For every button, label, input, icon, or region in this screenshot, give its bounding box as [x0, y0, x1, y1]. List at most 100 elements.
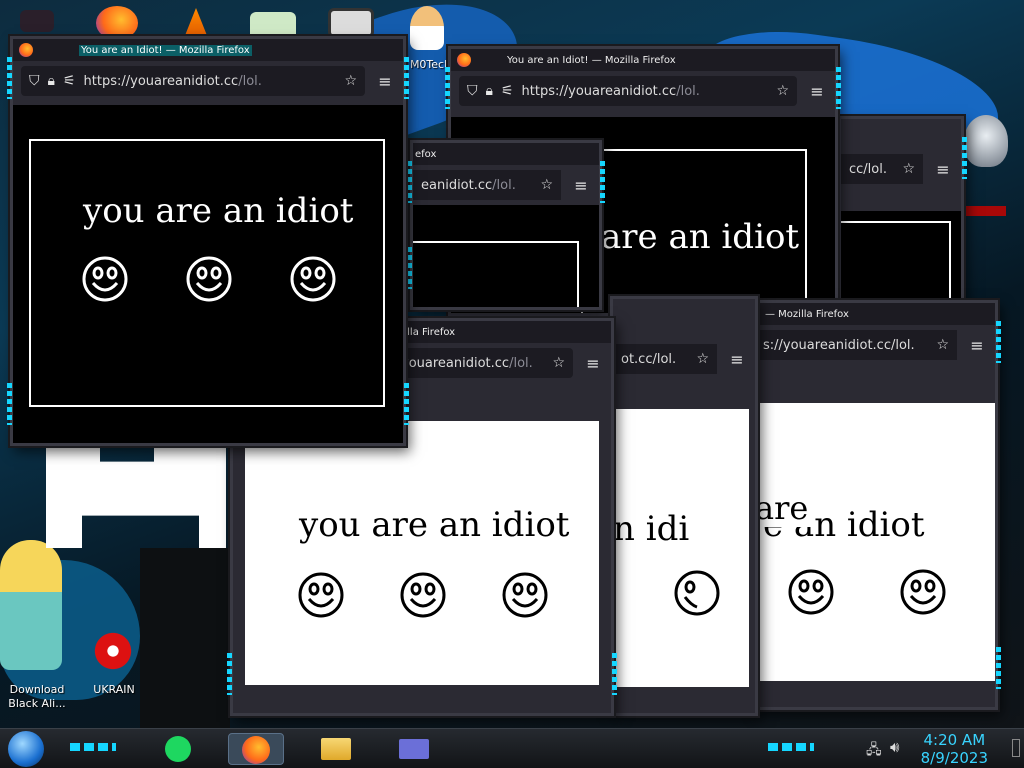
page-frame [413, 241, 579, 307]
taskbar-accent [768, 743, 814, 751]
bookmark-star-icon[interactable]: ☆ [936, 337, 949, 353]
page-content: you are an idiot [245, 421, 599, 685]
smiley-row [787, 568, 947, 616]
nav-bar: ⛉ 🔒︎ ⚟ https://youareanidiot.cc/lol. ☆ ≡ [451, 71, 835, 111]
file-explorer-button[interactable] [314, 733, 358, 765]
green-app-button[interactable] [156, 733, 200, 765]
window-edge-accent [836, 67, 841, 109]
page-heading-fragment: are [755, 489, 813, 527]
id-card-app-button[interactable] [386, 733, 442, 765]
url-bar[interactable]: ot.cc/lol. ☆ [613, 344, 717, 374]
firefox-window[interactable]: cc/lol. ☆ ≡ [835, 116, 967, 326]
url-text: https://youareanidiot.cc/lol. [521, 83, 700, 99]
url-bar[interactable]: eanidiot.cc/lol. ☆ [413, 170, 561, 200]
taskbar: 🖧︎ 🔊︎ 4:20 AM 8/9/2023 [0, 728, 1024, 768]
page-content [413, 205, 599, 307]
page-content: n idi [613, 409, 749, 687]
red-light-strip [966, 206, 1006, 216]
bookmark-star-icon[interactable]: ☆ [902, 161, 915, 177]
bookmark-star-icon[interactable]: ☆ [776, 83, 789, 99]
page-content: e an idiot are [755, 403, 995, 681]
desktop-icon-label: UKRAIN [93, 683, 135, 696]
menu-icon[interactable]: ≡ [933, 160, 953, 179]
start-orb-icon[interactable] [8, 731, 44, 767]
url-bar[interactable]: cc/lol. ☆ [841, 154, 923, 184]
alien-logo-icon [964, 115, 1008, 167]
url-bar[interactable]: s://youareanidiot.cc/lol. ☆ [755, 330, 957, 360]
nav-bar: cc/lol. ☆ ≡ [841, 149, 961, 189]
menu-icon[interactable]: ≡ [967, 336, 987, 355]
firefox-window[interactable]: You are an Idiot! — Mozilla Firefox ⛉ 🔒︎… [7, 36, 409, 446]
permissions-icon[interactable]: ⚟ [501, 83, 514, 99]
clock-date: 8/9/2023 [920, 749, 988, 767]
smiley-icon [674, 570, 720, 616]
firefox-window[interactable]: efox eanidiot.cc/lol. ☆ ≡ [407, 140, 605, 310]
bookmark-star-icon[interactable]: ☆ [540, 177, 553, 193]
url-bar[interactable]: youareanidiot.cc/lol. ☆ [393, 348, 573, 378]
firefox-icon[interactable] [96, 6, 138, 40]
bookmark-star-icon[interactable]: ☆ [696, 351, 709, 367]
app-icon[interactable] [328, 8, 374, 38]
window-title: — Mozilla Firefox [765, 308, 849, 320]
firefox-icon [457, 53, 471, 67]
doctor-icon[interactable] [410, 6, 444, 50]
window-edge-accent [962, 137, 967, 179]
permissions-icon[interactable]: ⚟ [63, 73, 76, 89]
url-text: cc/lol. [849, 161, 887, 177]
menu-icon[interactable]: ≡ [807, 82, 827, 101]
ukraine-radiation-icon[interactable] [92, 630, 134, 672]
firefox-icon [242, 736, 270, 764]
window-title: efox [415, 148, 437, 160]
smiley-icon [900, 569, 946, 615]
star-butterfly-icon[interactable] [0, 540, 62, 670]
url-text: ot.cc/lol. [621, 351, 677, 367]
menu-icon[interactable]: ≡ [571, 176, 591, 195]
firefox-window[interactable]: — Mozilla Firefox s://youareanidiot.cc/l… [749, 300, 1001, 710]
url-bar[interactable]: ⛉ 🔒︎ ⚟ https://youareanidiot.cc/lol. ☆ [459, 76, 797, 106]
volume-icon[interactable]: 🔊︎ [890, 738, 899, 756]
bookmark-star-icon[interactable]: ☆ [552, 355, 565, 371]
window-title: You are an Idiot! — Mozilla Firefox [507, 54, 676, 66]
vlc-icon[interactable] [184, 8, 208, 38]
title-bar: — Mozilla Firefox [755, 303, 995, 325]
file-explorer-icon [321, 738, 351, 760]
menu-icon[interactable]: ≡ [583, 354, 603, 373]
window-edge-accent [404, 57, 409, 99]
url-text: eanidiot.cc/lol. [421, 177, 516, 193]
smiley-icon [502, 572, 548, 618]
nav-bar: eanidiot.cc/lol. ☆ ≡ [413, 165, 599, 205]
url-text: https://youareanidiot.cc/lol. [83, 73, 262, 89]
firefox-window[interactable]: ot.cc/lol. ☆ ≡ n idi [607, 296, 758, 716]
lock-icon: 🔒︎ [485, 83, 493, 99]
page-heading: you are an idiot [83, 191, 354, 231]
url-text: youareanidiot.cc/lol. [401, 355, 533, 371]
show-desktop-button[interactable] [1012, 739, 1020, 757]
window-edge-accent [612, 653, 617, 695]
smiley-icon [290, 256, 336, 302]
bookmark-star-icon[interactable]: ☆ [344, 73, 357, 89]
firefox-taskbar-button[interactable] [228, 733, 284, 765]
window-edge-accent [996, 647, 1001, 689]
menu-icon[interactable]: ≡ [375, 72, 395, 91]
smiley-icon [788, 569, 834, 615]
clock[interactable]: 4:20 AM 8/9/2023 [921, 731, 988, 767]
glitch-fragment [140, 548, 230, 728]
page-content: you are an idiot [13, 105, 403, 443]
smiley-row [297, 571, 549, 619]
nav-bar: ⛉ 🔒︎ ⚟ https://youareanidiot.cc/lol. ☆ ≡ [13, 61, 403, 101]
shield-icon: ⛉ [467, 83, 478, 99]
window-title: You are an Idiot! — Mozilla Firefox [79, 44, 252, 56]
smiley-icon [82, 256, 128, 302]
menu-icon[interactable]: ≡ [727, 350, 747, 369]
green-app-icon [165, 736, 191, 762]
nav-bar: s://youareanidiot.cc/lol. ☆ ≡ [755, 325, 995, 365]
title-bar: efox [413, 143, 599, 165]
taskbar-accent [70, 743, 116, 751]
window-edge-accent [600, 161, 605, 203]
app-icon[interactable] [20, 10, 54, 32]
network-icon[interactable]: 🖧︎ [866, 739, 882, 763]
window-edge-accent [404, 383, 409, 425]
url-bar[interactable]: ⛉ 🔒︎ ⚟ https://youareanidiot.cc/lol. ☆ [21, 66, 365, 96]
window-edge-accent [996, 321, 1001, 363]
shield-icon: ⛉ [29, 73, 40, 89]
